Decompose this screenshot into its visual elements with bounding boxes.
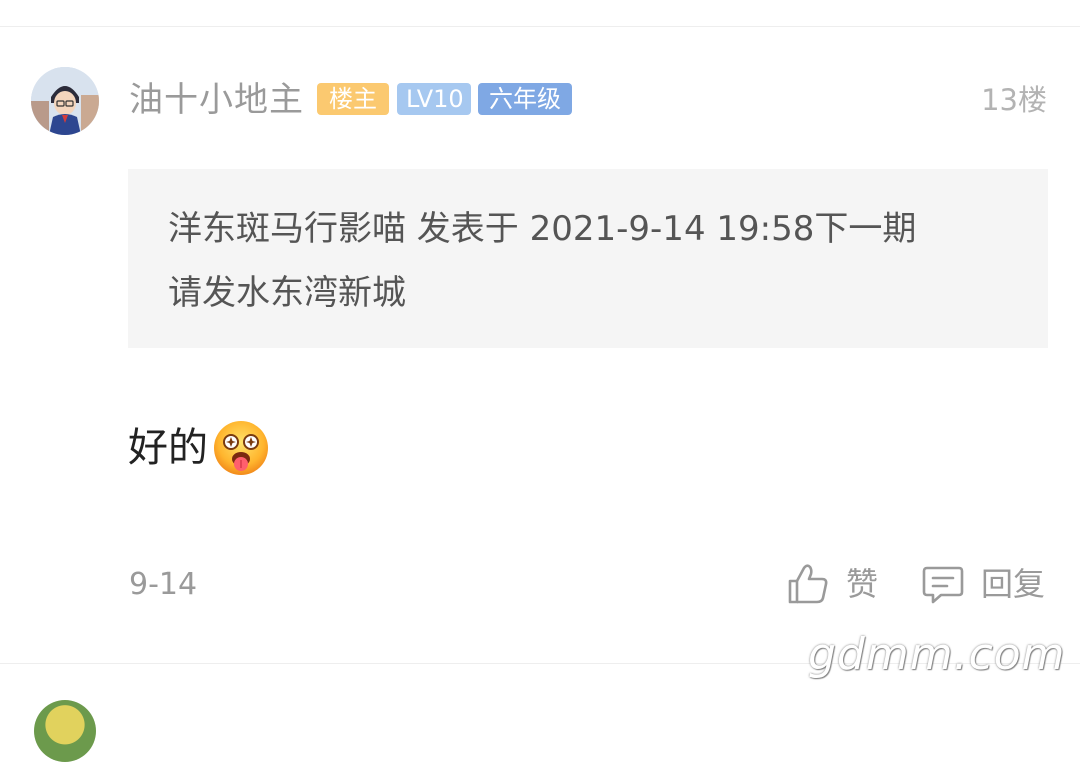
- like-label: 赞: [846, 565, 879, 603]
- owner-badge: 楼主: [317, 83, 389, 115]
- reply-button[interactable]: 回复: [921, 559, 1045, 609]
- floor-number: 13楼: [981, 83, 1047, 117]
- grade-badge: 六年级: [478, 83, 572, 115]
- reply-label: 回复: [981, 565, 1046, 603]
- tongue-out-emoji-icon: [214, 421, 268, 475]
- comment-content: 好的: [128, 418, 270, 478]
- quote-line-2: 请发水东湾新城: [168, 273, 406, 313]
- top-divider: [0, 26, 1080, 27]
- quote-line-1: 洋东斑马行影喵 发表于 2021-9-14 19:58下一期: [168, 209, 917, 249]
- comment-date: 9-14: [129, 567, 198, 602]
- next-avatar[interactable]: [34, 700, 96, 762]
- avatar-image: [31, 67, 99, 135]
- like-button[interactable]: 赞: [786, 559, 878, 609]
- comment-icon: [922, 566, 964, 604]
- username[interactable]: 油十小地主: [129, 78, 304, 122]
- avatar[interactable]: [31, 67, 99, 135]
- thumbs-up-icon: [788, 564, 828, 604]
- quote-box: 洋东斑马行影喵 发表于 2021-9-14 19:58下一期 请发水东湾新城: [128, 169, 1048, 348]
- watermark: gdmm.com: [808, 629, 1066, 680]
- level-badge: LV10: [397, 83, 471, 115]
- comment-text: 好的: [128, 425, 208, 471]
